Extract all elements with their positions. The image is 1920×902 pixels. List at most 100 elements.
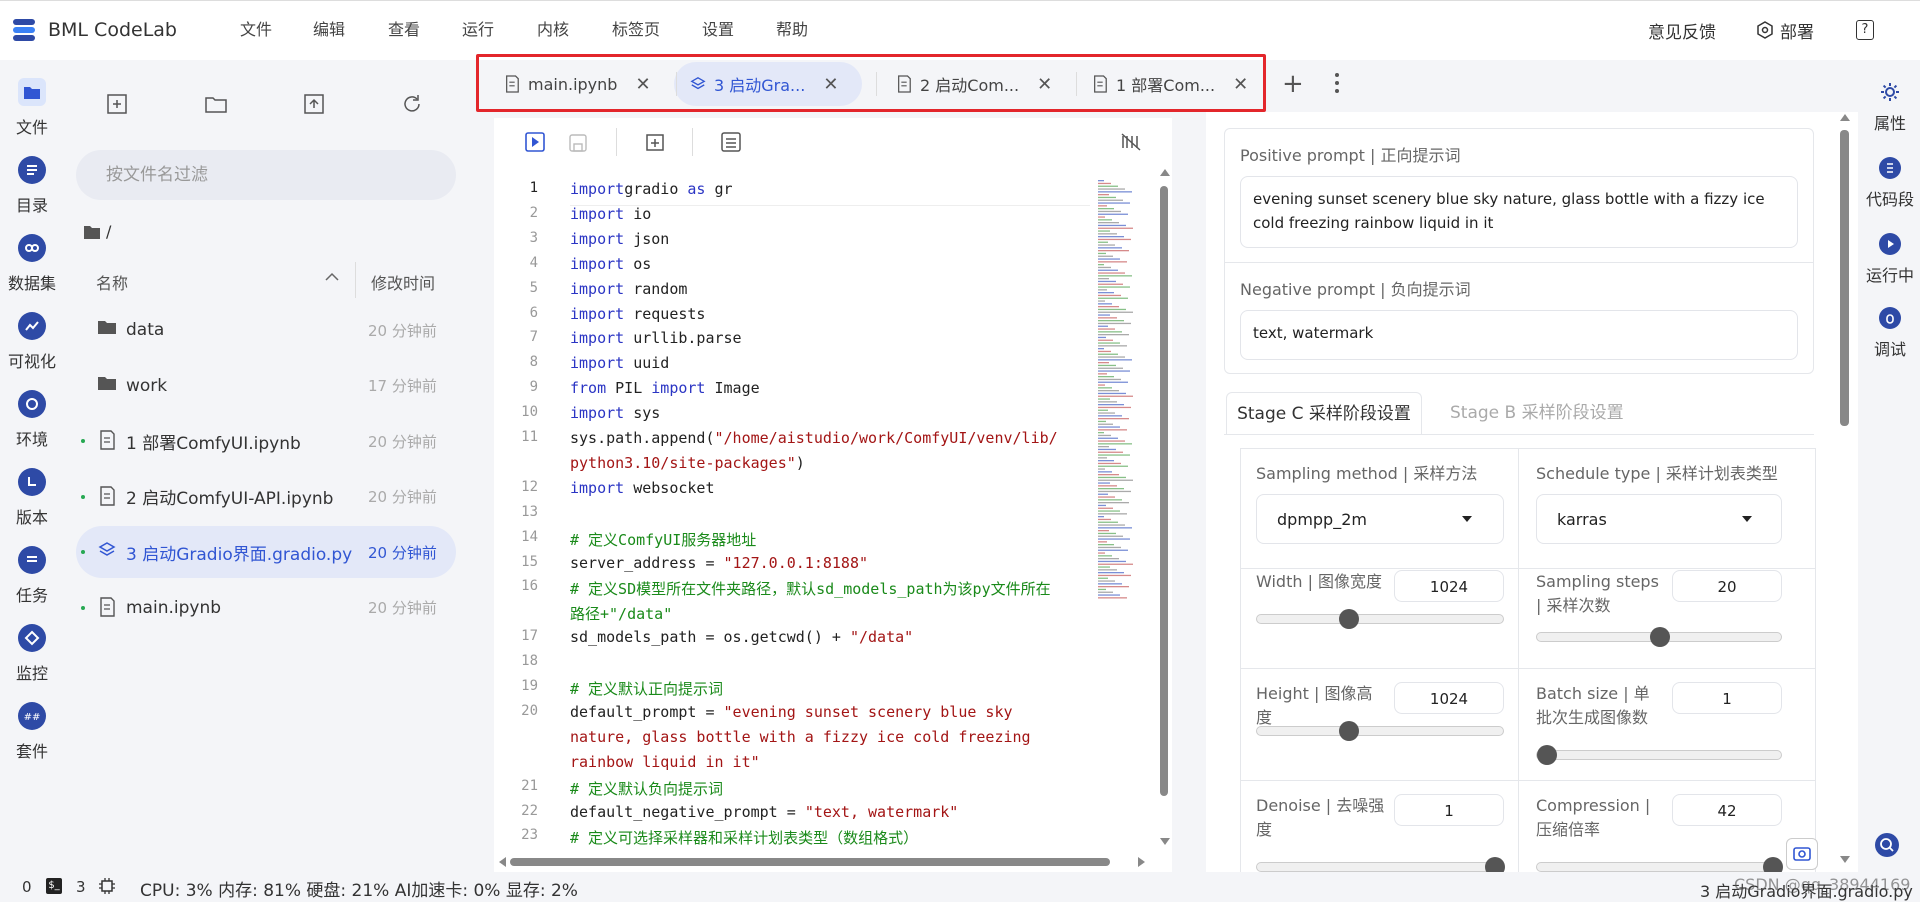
resource-metrics: CPU: 3% 内存: 81% 硬盘: 21% AI加速卡: 0% 显存: 2% xyxy=(140,881,578,901)
batch-number-input[interactable]: 1 xyxy=(1672,682,1782,714)
slider-thumb[interactable] xyxy=(1339,609,1360,629)
sort-chevron-up-icon[interactable] xyxy=(325,272,339,282)
tab-underline xyxy=(1224,434,1814,435)
terminal-count[interactable]: 3 xyxy=(76,878,86,896)
positive-prompt-textarea[interactable]: evening sunset scenery blue sky nature, … xyxy=(1240,176,1798,248)
panel-scrollbar[interactable] xyxy=(1840,130,1849,426)
file-row[interactable]: work 17 分钟前 xyxy=(76,360,456,412)
menu-4[interactable]: 内核 xyxy=(537,0,569,60)
activity-folder[interactable]: 文件 xyxy=(0,78,64,138)
compression-slider[interactable] xyxy=(1536,857,1783,877)
breadcrumb[interactable]: / xyxy=(84,222,111,241)
tab-1[interactable]: 3 启动Gra... ✕ xyxy=(674,62,862,106)
activity-task[interactable]: 任务 xyxy=(0,546,64,606)
file-row[interactable]: 2 启动ComfyUI-API.ipynb 20 分钟前 xyxy=(76,471,456,523)
line-number: 23 xyxy=(521,827,538,844)
code-line: python3.10/site-packages") xyxy=(570,454,805,472)
search-icon[interactable] xyxy=(1875,833,1899,857)
scroll-down-icon[interactable] xyxy=(1160,838,1170,846)
close-icon[interactable]: ✕ xyxy=(1233,74,1248,95)
tab-stage-c[interactable]: Stage C 采样阶段设置 xyxy=(1226,392,1422,434)
status-count[interactable]: 0 xyxy=(22,878,32,896)
code-area[interactable]: 1 importgradio as gr 2 import io 3 import jso… xyxy=(494,180,1094,850)
file-name: work xyxy=(126,375,168,396)
file-row[interactable]: data 20 分钟前 xyxy=(76,304,456,356)
toggle-wrap-icon[interactable] xyxy=(1120,131,1142,153)
file-name: data xyxy=(126,320,165,340)
denoise-slider[interactable] xyxy=(1256,857,1505,877)
feedback-link[interactable]: 意见反馈 xyxy=(1648,0,1716,60)
insert-icon[interactable] xyxy=(644,131,666,153)
tab-label: main.ipynb xyxy=(528,74,618,94)
scroll-right-icon[interactable] xyxy=(1138,857,1146,867)
width-number-input[interactable]: 1024 xyxy=(1394,570,1504,602)
width-slider[interactable] xyxy=(1256,609,1504,629)
help-button[interactable]: ? xyxy=(1856,0,1874,60)
menu-1[interactable]: 编辑 xyxy=(313,0,345,60)
activity-dataset[interactable]: 数据集 xyxy=(0,234,64,294)
close-icon[interactable]: ✕ xyxy=(635,74,650,95)
file-row[interactable]: 1 部署ComfyUI.ipynb 20 分钟前 xyxy=(76,415,456,467)
activity-version[interactable]: 版本 xyxy=(0,468,64,528)
terminal-icon[interactable]: $_ xyxy=(46,878,62,894)
menu-0[interactable]: 文件 xyxy=(240,0,272,60)
upload-button[interactable] xyxy=(302,92,328,118)
rside-gear[interactable]: 属性 xyxy=(1860,80,1920,134)
height-slider[interactable] xyxy=(1256,721,1504,741)
activity-environment[interactable]: 环境 xyxy=(0,390,64,450)
panel-scroll-up-icon[interactable] xyxy=(1840,113,1850,121)
height-number-input[interactable]: 1024 xyxy=(1394,682,1504,714)
file-row[interactable]: main.ipynb 20 分钟前 xyxy=(76,582,456,634)
new-folder-button[interactable] xyxy=(204,92,230,118)
compression-number-input[interactable]: 42 xyxy=(1672,794,1782,826)
slider-thumb[interactable] xyxy=(1650,627,1670,647)
steps-slider[interactable] xyxy=(1536,627,1782,647)
activity-suite[interactable]: ## 套件 xyxy=(0,702,64,762)
code-token: import xyxy=(570,180,625,198)
deploy-button[interactable]: 部署 xyxy=(1756,0,1814,60)
list-view-icon[interactable] xyxy=(720,131,742,153)
activity-chart[interactable]: 可视化 xyxy=(0,312,64,372)
tab-stage-b[interactable]: Stage B 采样阶段设置 xyxy=(1450,392,1650,434)
file-filter-input[interactable]: 按文件名过滤 xyxy=(76,150,456,200)
file-row[interactable]: 3 启动Gradio界面.gradio.py 20 分钟前 xyxy=(76,526,456,578)
more-vertical-icon[interactable] xyxy=(1334,72,1340,94)
denoise-number-input[interactable]: 1 xyxy=(1394,794,1504,826)
menu-2[interactable]: 查看 xyxy=(388,0,420,60)
minimap[interactable] xyxy=(1096,180,1140,670)
new-file-button[interactable] xyxy=(105,92,131,118)
column-header-modified[interactable]: 修改时间 xyxy=(371,270,435,294)
negative-prompt-textarea[interactable]: text, watermark xyxy=(1240,310,1798,360)
floating-tool-icon[interactable] xyxy=(1786,838,1818,870)
editor-horizontal-scrollbar[interactable] xyxy=(510,858,1110,866)
menu-5[interactable]: 标签页 xyxy=(612,0,660,60)
rside-running[interactable]: 运行中 xyxy=(1860,232,1920,286)
scroll-left-icon[interactable] xyxy=(498,857,506,867)
refresh-button[interactable] xyxy=(400,92,426,118)
menu-6[interactable]: 设置 xyxy=(702,0,734,60)
code-token: gradio xyxy=(624,180,688,198)
add-tab-icon[interactable]: + xyxy=(1282,70,1304,98)
batch-slider[interactable] xyxy=(1536,745,1782,765)
tab-0[interactable]: main.ipynb ✕ xyxy=(488,62,658,106)
save-icon[interactable] xyxy=(568,133,588,153)
editor-vertical-scrollbar[interactable] xyxy=(1160,186,1168,796)
run-file-icon[interactable] xyxy=(524,131,546,153)
code-token: PIL xyxy=(606,379,652,398)
close-icon[interactable]: ✕ xyxy=(823,74,838,95)
menu-7[interactable]: 帮助 xyxy=(776,0,808,60)
steps-number-input[interactable]: 20 xyxy=(1672,570,1782,602)
column-header-name[interactable]: 名称 xyxy=(96,270,128,294)
rside-debug[interactable]: 调试 xyxy=(1860,306,1920,360)
panel-scroll-down-icon[interactable] xyxy=(1840,856,1850,864)
slider-thumb[interactable] xyxy=(1537,745,1557,765)
slider-thumb[interactable] xyxy=(1339,721,1360,741)
rside-snippet[interactable]: 代码段 xyxy=(1860,156,1920,210)
activity-monitor[interactable]: 监控 xyxy=(0,624,64,684)
close-icon[interactable]: ✕ xyxy=(1037,74,1052,95)
tab-3[interactable]: 1 部署Com... ✕ xyxy=(1076,62,1256,106)
menu-3[interactable]: 运行 xyxy=(462,0,494,60)
scroll-up-icon[interactable] xyxy=(1160,168,1170,176)
activity-toc[interactable]: 目录 xyxy=(0,156,64,216)
tab-2[interactable]: 2 启动Com... ✕ xyxy=(880,62,1060,106)
